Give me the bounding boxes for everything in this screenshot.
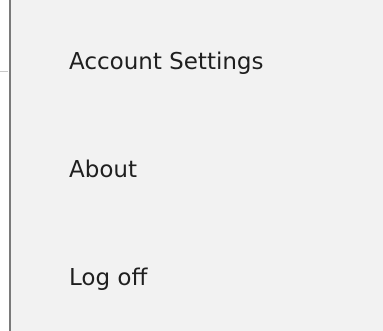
menu-item-account-settings[interactable]: Account Settings	[11, 8, 383, 116]
menu-item-label: Account Settings	[69, 49, 264, 75]
menu-divider-tick	[0, 71, 8, 72]
menu-item-about[interactable]: About	[11, 116, 383, 224]
user-dropdown-menu: Account Settings About Log off	[11, 0, 383, 331]
menu-item-label: About	[69, 157, 138, 183]
menu-item-log-off[interactable]: Log off	[11, 224, 383, 331]
dropdown-menu-screen: Account Settings About Log off	[0, 0, 383, 331]
menu-item-label: Log off	[69, 265, 148, 291]
